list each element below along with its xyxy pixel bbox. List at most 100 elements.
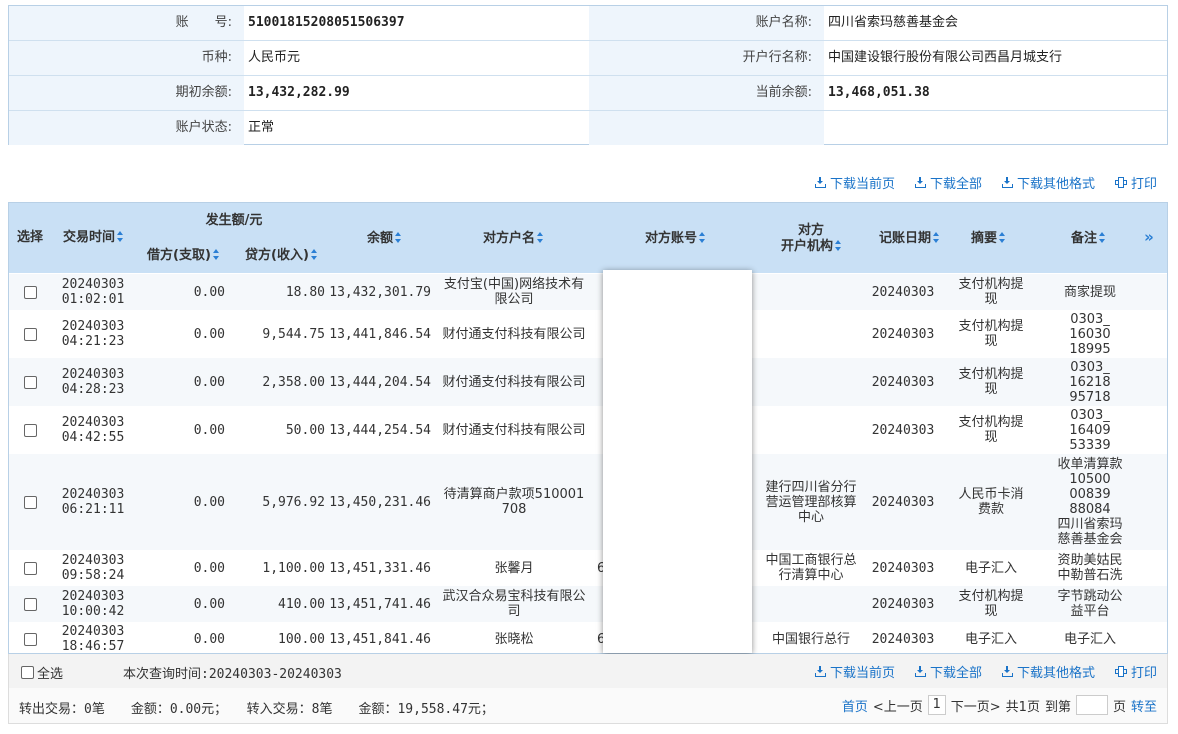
header-select: 选择 [16,230,43,245]
cell-summary: 电子汇入 [953,622,1029,653]
cell-balance: 13,450,231.46 [329,454,431,550]
cell-debit: 0.00 [137,274,229,310]
cell-book-date-text: 20240303 [871,494,935,510]
select-all[interactable]: 全选 [21,663,63,682]
row-checkbox[interactable] [23,327,37,341]
header-book-date[interactable]: 记账日期 [869,231,949,247]
goto-page-input[interactable] [1075,695,1108,715]
cell-time: 20240303 18:46:57 [53,622,133,653]
download-page-link[interactable]: 下载当前页 [814,173,895,192]
cell-institution-text: 建行四川省分行营运管理部核算中心 [765,479,857,525]
row-checkbox[interactable] [23,495,37,509]
header-credit[interactable]: 贷方(收入) [235,248,327,264]
cell-book-date: 20240303 [865,358,941,406]
row-checkbox[interactable] [23,561,37,575]
redaction-overlay [603,270,752,653]
goto-button[interactable]: 转至 [1131,696,1157,715]
select-all-checkbox[interactable] [21,666,34,679]
header-remark[interactable]: 备注 [1043,231,1133,247]
cell-institution-text: 中国银行总行 [771,631,850,647]
next-page-link[interactable]: 下一页> [951,696,1001,715]
cell-book-date-text: 20240303 [871,284,935,300]
table-row[interactable]: 20240303 04:28:23 0.00 2,358.00 13,444,204.… [9,358,1167,406]
row-checkbox[interactable] [23,423,37,437]
cell-credit-text: 9,544.75 [262,326,325,342]
cell-book-date-text: 20240303 [871,560,935,576]
cell-summary: 支付机构提现 [953,406,1029,454]
table-row[interactable]: 20240303 18:46:57 0.00 100.00 13,451,841.46… [9,622,1167,653]
current-page[interactable]: 1 [927,695,946,715]
download-other-link[interactable]: 下载其他格式 [1001,173,1095,192]
cell-summary-text: 电子汇入 [964,631,1017,647]
download-icon [814,665,826,677]
cell-time: 20240303 04:21:23 [53,310,133,358]
header-balance[interactable]: 余额 [339,231,429,247]
table-row[interactable]: 20240303 04:21:23 0.00 9,544.75 13,441,846.… [9,310,1167,358]
cell-counterparty: 待清算商户款项510001708 [441,454,587,550]
cell-book-date-text: 20240303 [871,326,935,342]
first-page-link[interactable]: 首页 [842,696,868,715]
download-all-link-bottom[interactable]: 下载全部 [914,662,982,681]
header-debit[interactable]: 借方(支取) [137,248,229,264]
cell-summary: 支付机构提现 [953,358,1029,406]
cell-book-date: 20240303 [865,622,941,653]
cell-time-text: 20240303 10:00:42 [61,589,125,619]
print-link[interactable]: 打印 [1114,173,1157,192]
cell-debit-text: 0.00 [193,494,225,510]
row-select-cell [9,406,51,454]
bottom-toolbar: 下载当前页 下载全部 下载其他格式 打印 [814,661,1157,681]
header-summary[interactable]: 摘要 [953,231,1023,247]
cell-summary: 电子汇入 [953,550,1029,586]
row-checkbox[interactable] [23,632,37,646]
cell-remark-text: 0303_ 16409 53339 [1069,407,1111,453]
cell-time: 20240303 04:42:55 [53,406,133,454]
cell-remark: 电子汇入 [1045,622,1135,653]
more-columns-icon[interactable]: » [1137,229,1161,245]
account-name: 四川省索玛慈善基金会 [828,15,959,30]
currency-label: 币种: [9,41,244,75]
row-checkbox[interactable] [23,285,37,299]
cell-remark-text: 电子汇入 [1063,631,1116,647]
cell-counterparty: 张晓松 [441,622,587,653]
header-counterparty[interactable]: 对方户名 [441,231,585,247]
cell-institution [765,406,857,454]
row-select-cell [9,358,51,406]
cell-book-date-text: 20240303 [871,422,935,438]
header-account-no[interactable]: 对方账号 [601,231,749,247]
cell-counterparty-text: 武汉合众易宝科技有限公司 [442,589,586,619]
cell-credit-text: 50.00 [285,422,325,438]
download-icon [814,176,826,188]
account-status: 正常 [248,120,275,135]
table-row[interactable]: 20240303 04:42:55 0.00 50.00 13,444,254.54 财… [9,406,1167,454]
download-other-link-bottom[interactable]: 下载其他格式 [1001,662,1095,681]
cell-remark: 商家提现 [1045,274,1135,310]
cell-time-text: 20240303 04:21:23 [61,319,125,349]
table-row[interactable]: 20240303 09:58:24 0.00 1,100.00 13,451,331.… [9,550,1167,586]
row-checkbox[interactable] [23,375,37,389]
cell-balance-text: 13,451,741.46 [329,596,431,612]
print-link-bottom[interactable]: 打印 [1114,662,1157,681]
row-checkbox[interactable] [23,597,37,611]
bank-label: 开户行名称: [589,41,824,75]
cell-balance-text: 13,432,301.79 [329,284,431,300]
header-institution[interactable]: 对方 开户机构 [761,223,861,255]
cell-credit: 9,544.75 [233,310,325,358]
cell-remark: 0303_ 16030 18995 [1045,310,1135,358]
cell-summary-text: 支付机构提现 [958,415,1024,445]
cell-book-date: 20240303 [865,274,941,310]
table-row[interactable]: 20240303 06:21:11 0.00 5,976.92 13,450,231.… [9,454,1167,550]
header-time[interactable]: 交易时间 [53,230,133,246]
download-icon [914,176,926,188]
sort-icon [835,240,841,251]
download-icon [914,665,926,677]
account-row-1: 账 号: 51001815208051506397 账户名称: 四川省索玛慈善基… [9,6,1167,41]
cell-remark: 字节跳动公 益平台 [1045,586,1135,622]
download-page-link-bottom[interactable]: 下载当前页 [814,662,895,681]
cell-summary-text: 支付机构提现 [958,367,1024,397]
download-all-link[interactable]: 下载全部 [914,173,982,192]
table-row[interactable]: 20240303 10:00:42 0.00 410.00 13,451,741.46… [9,586,1167,622]
table-row[interactable]: 20240303 01:02:01 0.00 18.80 13,432,301.79 支… [9,274,1167,310]
prev-page-link[interactable]: <上一页 [873,696,923,715]
account-status-label: 账户状态: [9,111,244,145]
cell-time: 20240303 04:28:23 [53,358,133,406]
